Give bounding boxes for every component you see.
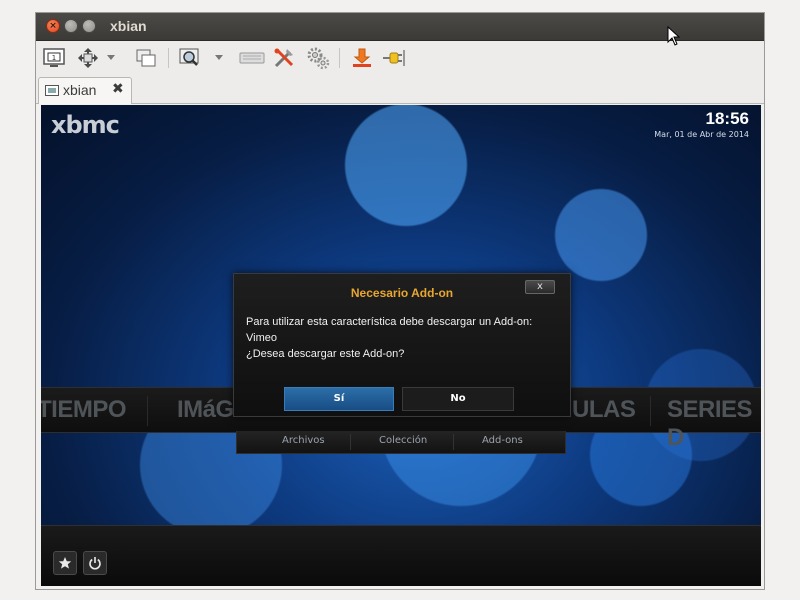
keyboard-icon	[239, 52, 265, 64]
addon-required-dialog: Necesario Add-on x Para utilizar esta ca…	[233, 273, 571, 417]
title-bar: × xbian	[36, 13, 764, 41]
settings-button[interactable]	[306, 46, 330, 70]
minimize-window-button[interactable]	[64, 19, 78, 33]
window-title: xbian	[110, 18, 147, 34]
plug-icon	[383, 50, 405, 66]
tab-label: xbian	[63, 82, 97, 98]
dialog-line: Vimeo	[246, 332, 277, 344]
menu-item-series[interactable]: SERIES D	[667, 396, 761, 452]
xbmc-logo: xbmc	[51, 111, 120, 139]
chevron-down-icon	[107, 55, 115, 60]
toolbar: 1	[36, 41, 764, 75]
tools-icon	[274, 48, 294, 68]
menu-divider	[650, 396, 651, 426]
close-icon: ×	[49, 21, 57, 31]
close-window-button[interactable]: ×	[46, 19, 60, 33]
star-icon	[58, 557, 72, 569]
dialog-title: Necesario Add-on	[350, 286, 454, 300]
submenu-item-addons[interactable]: Add-ons	[482, 435, 523, 446]
move-dropdown[interactable]	[104, 46, 118, 70]
toolbar-divider	[339, 48, 340, 68]
clock-date: Mar, 01 de Abr de 2014	[654, 130, 749, 139]
submenu-item-archivos[interactable]: Archivos	[282, 435, 325, 446]
toolbar-divider	[168, 48, 169, 68]
chevron-down-icon	[215, 55, 223, 60]
submenu-divider	[350, 434, 351, 450]
menu-item-tiempo[interactable]: TIEMPO	[41, 396, 127, 424]
tab-bar: xbian ✖	[36, 75, 764, 104]
move-icon	[78, 48, 98, 68]
tools-button[interactable]	[272, 46, 296, 70]
fit-screen-button[interactable]: 1	[42, 46, 66, 70]
display-icon	[45, 85, 59, 96]
close-x-icon[interactable]: ✖	[112, 81, 124, 97]
bottom-bar	[41, 525, 761, 586]
windows-button[interactable]	[134, 46, 158, 70]
mouse-cursor-icon	[667, 26, 681, 46]
dialog-line: ¿Desea descargar este Add-on?	[246, 348, 405, 360]
maximize-window-button[interactable]	[82, 19, 96, 33]
move-button[interactable]	[76, 46, 100, 70]
dialog-close-button[interactable]: x	[525, 280, 555, 294]
dialog-line: Para utilizar esta característica debe d…	[246, 316, 533, 328]
zoom-button[interactable]	[178, 46, 202, 70]
power-button[interactable]	[83, 551, 107, 575]
download-icon	[353, 48, 371, 67]
submenu-item-coleccion[interactable]: Colección	[379, 435, 427, 446]
dialog-message: Para utilizar esta característica debe d…	[246, 314, 562, 362]
fit-screen-icon: 1	[43, 48, 65, 67]
menu-divider	[147, 396, 148, 426]
no-button[interactable]: No	[402, 387, 514, 411]
plug-button[interactable]	[382, 46, 406, 70]
tab-xbian[interactable]: xbian ✖	[38, 77, 132, 104]
menu-item-imagenes[interactable]: IMáG	[177, 396, 234, 424]
windows-icon	[136, 49, 156, 67]
submenu-divider	[453, 434, 454, 450]
download-button[interactable]	[350, 46, 374, 70]
clock-time: 18:56	[705, 109, 749, 128]
keyboard-button[interactable]	[238, 46, 266, 70]
xbmc-view: xbmc 18:56 Mar, 01 de Abr de 2014 TIEMPO…	[41, 105, 761, 586]
power-icon	[89, 557, 101, 570]
favourites-button[interactable]	[53, 551, 77, 575]
zoom-icon	[179, 48, 199, 66]
svg-text:1: 1	[52, 54, 56, 62]
menu-item-peliculas[interactable]: ULAS	[572, 396, 636, 424]
settings-gears-icon	[307, 47, 330, 70]
submenu: Archivos Colección Add-ons	[236, 431, 566, 454]
clock: 18:56 Mar, 01 de Abr de 2014	[654, 109, 749, 139]
app-window: × xbian 1 xbian ✖ xbmc 18:56 Mar, 01 de …	[35, 12, 765, 590]
zoom-dropdown[interactable]	[212, 46, 226, 70]
yes-button[interactable]: Sí	[284, 387, 394, 411]
